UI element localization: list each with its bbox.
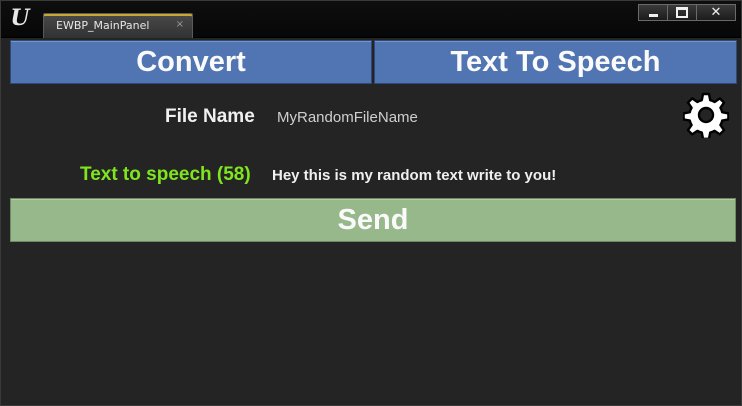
maximize-button[interactable] (668, 4, 697, 21)
title-bar: U EWBP_MainPanel × ✕ (1, 1, 741, 38)
maximize-icon (676, 7, 688, 18)
file-name-label: File Name (165, 106, 255, 127)
tab-ewbp-mainpanel[interactable]: EWBP_MainPanel × (43, 13, 193, 38)
unreal-logo-icon: U (10, 5, 30, 31)
text-to-speech-field[interactable]: Hey this is my random text write to you! (272, 167, 556, 184)
editor-window: U EWBP_MainPanel × ✕ Convert Text To Spe… (0, 0, 742, 406)
file-name-field[interactable]: MyRandomFileName (277, 109, 418, 126)
text-to-speech-button[interactable]: Text To Speech (374, 40, 737, 84)
gear-icon[interactable] (683, 92, 729, 138)
minimize-button[interactable] (638, 4, 668, 21)
close-icon: ✕ (710, 5, 722, 20)
tab-close-icon[interactable]: × (176, 19, 184, 30)
window-controls: ✕ (638, 4, 736, 21)
send-button[interactable]: Send (10, 198, 736, 242)
convert-button[interactable]: Convert (10, 40, 372, 84)
minimize-icon (648, 13, 658, 17)
tab-label: EWBP_MainPanel (56, 19, 150, 32)
text-to-speech-label: Text to speech (58) (80, 164, 251, 185)
close-button[interactable]: ✕ (697, 4, 736, 21)
